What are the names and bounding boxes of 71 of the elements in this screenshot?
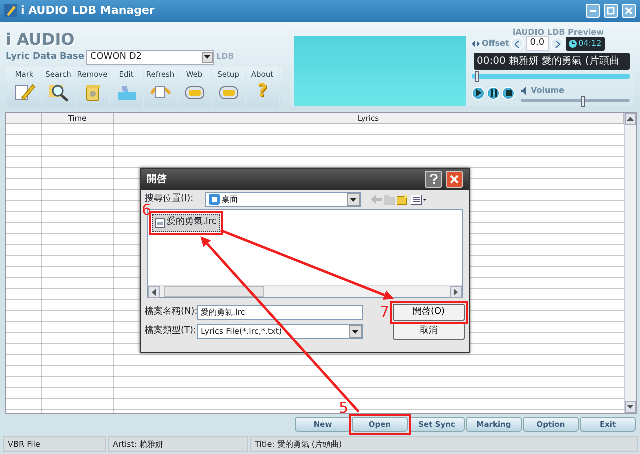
dialog-button[interactable]: 取消 <box>393 323 465 340</box>
dropdown-arrow-icon <box>350 198 357 202</box>
pause-button[interactable] <box>487 86 500 100</box>
preview-title: iAUDIO LDB Preview <box>512 26 604 38</box>
dialog-title: 開啓 <box>147 172 167 187</box>
double-arrow-icon <box>472 40 480 48</box>
dialog-button[interactable]: 開啓(O) <box>393 304 465 321</box>
scroll-thumb[interactable] <box>164 286 264 297</box>
step-number: 7 <box>380 305 390 320</box>
highlight-box <box>349 414 411 436</box>
database-label: Lyric Data Base <box>6 50 84 64</box>
file-type-select[interactable]: Lyrics File(*.lrc,*.txt) <box>197 324 363 339</box>
dropdown-arrow-icon <box>352 330 359 334</box>
volume-label: Volume <box>531 84 564 97</box>
step-number: 5 <box>339 401 349 416</box>
status-text: VBR File <box>3 436 106 452</box>
offset-value-field[interactable]: 0.0 <box>526 36 549 52</box>
stop-icon <box>504 89 512 98</box>
dropdown-arrow-icon <box>204 55 212 60</box>
arrow-right-icon <box>454 288 458 296</box>
status-text: Title: 愛的勇氣 (片頭曲) <box>250 436 638 452</box>
help-icon: ? <box>258 82 268 100</box>
note-pencil-icon <box>14 82 36 102</box>
speaker-icon <box>521 86 529 95</box>
file-type-label: 檔案類型(T): <box>145 324 195 338</box>
ldb-label: LDB <box>216 51 234 64</box>
arrow-down-icon <box>627 405 634 410</box>
volume-thumb[interactable] <box>580 96 585 107</box>
help-icon <box>430 174 438 184</box>
play-icon <box>474 89 482 98</box>
offset-label: Offset <box>482 38 510 50</box>
up-folder-icon <box>384 194 395 204</box>
app-logo: i AUDIO <box>6 32 76 48</box>
clock-icon <box>568 40 577 48</box>
close-button[interactable] <box>446 171 463 188</box>
desktop-icon <box>209 194 220 205</box>
arrow-left-icon <box>152 288 156 296</box>
offset-decrease-button[interactable] <box>511 37 524 50</box>
arrow-up-icon <box>627 116 634 121</box>
horizontal-scrollbar[interactable] <box>148 285 462 297</box>
file-item[interactable]: 愛的勇氣.lrc <box>152 214 220 232</box>
seek-thumb[interactable] <box>475 71 480 82</box>
pencil-icon <box>4 4 17 18</box>
chevron-right-icon <box>554 40 560 48</box>
window-title: i AUDIO LDB Manager <box>21 2 155 19</box>
maximize-icon <box>606 6 616 16</box>
play-button[interactable] <box>472 86 485 100</box>
file-name-field[interactable]: 愛的勇氣.lrc <box>197 305 363 320</box>
look-in-select[interactable]: 桌面 <box>205 192 361 207</box>
close-icon <box>450 174 459 184</box>
look-in-value: 桌面 <box>222 194 238 206</box>
view-menu-icon <box>411 194 427 204</box>
status-text: Artist: 賴雅妍 <box>108 436 248 452</box>
look-in-label: 搜尋位置(I): <box>145 192 195 204</box>
pause-icon <box>490 89 498 98</box>
file-name-label: 檔案名稱(N): <box>145 306 195 319</box>
duration-text: 04:12 <box>578 38 602 50</box>
magnifier-icon <box>48 82 70 102</box>
stop-button[interactable] <box>502 86 515 100</box>
help-button[interactable] <box>425 171 442 188</box>
maximize-button[interactable] <box>604 4 618 18</box>
minimize-button[interactable] <box>586 4 600 18</box>
close-icon <box>624 6 634 16</box>
offset-increase-button[interactable] <box>550 37 564 50</box>
new-folder-icon <box>397 194 409 205</box>
database-select[interactable]: COWON D2 <box>86 50 214 65</box>
minimize-icon <box>590 10 596 12</box>
file-icon <box>155 218 165 228</box>
vertical-scrollbar[interactable] <box>624 112 636 414</box>
chevron-left-icon <box>515 40 520 48</box>
back-arrow-icon <box>371 195 382 204</box>
